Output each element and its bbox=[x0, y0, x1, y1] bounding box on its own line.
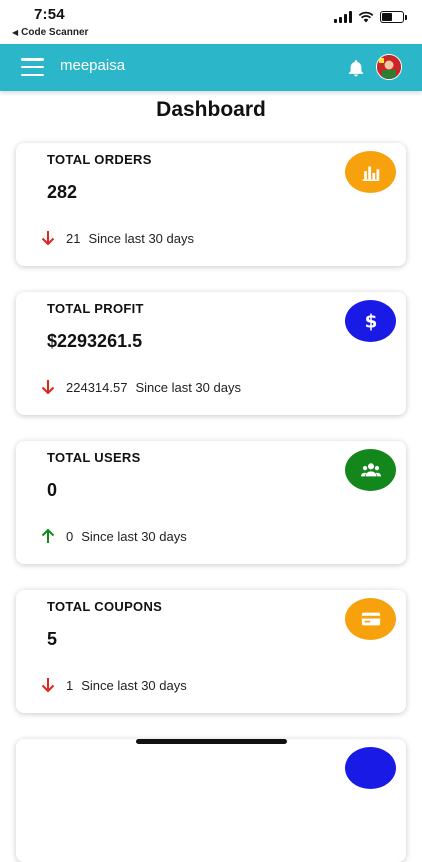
users-icon bbox=[345, 449, 396, 491]
card-title: TOTAL USERS bbox=[47, 450, 141, 465]
back-app-label: Code Scanner bbox=[21, 27, 89, 38]
app-bar: meepaisa bbox=[0, 44, 422, 91]
card-trend: 21 Since last 30 days bbox=[40, 230, 194, 246]
arrow-down-icon bbox=[41, 380, 55, 395]
stat-card-users[interactable]: TOTAL USERS 0 0 Since last 30 days bbox=[16, 441, 406, 564]
card-value: 0 bbox=[47, 480, 58, 500]
card-title: TOTAL PROFIT bbox=[47, 301, 144, 316]
status-icons bbox=[334, 11, 407, 23]
back-to-app-link[interactable]: ◀ Code Scanner bbox=[12, 27, 88, 38]
notification-bell-icon[interactable] bbox=[346, 58, 366, 78]
card-delta: 1 bbox=[66, 677, 74, 693]
arrow-down-icon bbox=[41, 231, 55, 246]
menu-icon[interactable] bbox=[21, 58, 44, 76]
card-period: Since last 30 days bbox=[81, 677, 187, 693]
card-delta: 224314.57 bbox=[66, 379, 128, 395]
page-title: Dashboard bbox=[156, 98, 266, 121]
card-period: Since last 30 days bbox=[135, 379, 241, 395]
stat-card-partial[interactable] bbox=[16, 739, 406, 862]
stat-card-orders[interactable]: TOTAL ORDERS 282 21 Since last 30 days bbox=[16, 143, 406, 266]
dollar-icon: $ bbox=[345, 300, 396, 342]
card-value: 5 bbox=[47, 629, 58, 649]
card-trend: 224314.57 Since last 30 days bbox=[40, 379, 241, 395]
card-value: 282 bbox=[47, 182, 78, 202]
bar-chart-icon bbox=[345, 151, 396, 193]
svg-text:$: $ bbox=[364, 311, 377, 332]
arrow-down-icon bbox=[41, 678, 55, 693]
arrow-up-icon bbox=[41, 528, 55, 543]
card-trend: 0 Since last 30 days bbox=[40, 528, 187, 544]
card-icon bbox=[345, 598, 396, 640]
cellular-signal-icon bbox=[334, 11, 352, 23]
avatar[interactable] bbox=[376, 54, 402, 80]
card-period: Since last 30 days bbox=[88, 230, 194, 246]
card-title: TOTAL COUPONS bbox=[47, 599, 163, 614]
card-period: Since last 30 days bbox=[81, 528, 187, 544]
wifi-icon bbox=[358, 11, 374, 23]
home-indicator[interactable] bbox=[136, 739, 287, 744]
card-trend: 1 Since last 30 days bbox=[40, 677, 187, 693]
card-delta: 0 bbox=[66, 528, 74, 544]
back-triangle-icon: ◀ bbox=[12, 28, 19, 37]
battery-icon bbox=[380, 11, 407, 23]
status-time: 7:54 bbox=[34, 6, 65, 23]
stat-card-profit[interactable]: TOTAL PROFIT $2293261.5 224314.57 Since … bbox=[16, 292, 406, 415]
card-delta: 21 bbox=[66, 230, 81, 246]
card-value: $2293261.5 bbox=[47, 331, 143, 351]
app-title: meepaisa bbox=[60, 57, 126, 74]
stat-card-coupons[interactable]: TOTAL COUPONS 5 1 Since last 30 days bbox=[16, 590, 406, 713]
status-bar: 7:54 ◀ Code Scanner bbox=[0, 0, 422, 44]
card-title: TOTAL ORDERS bbox=[47, 152, 152, 167]
stat-icon bbox=[345, 747, 396, 789]
